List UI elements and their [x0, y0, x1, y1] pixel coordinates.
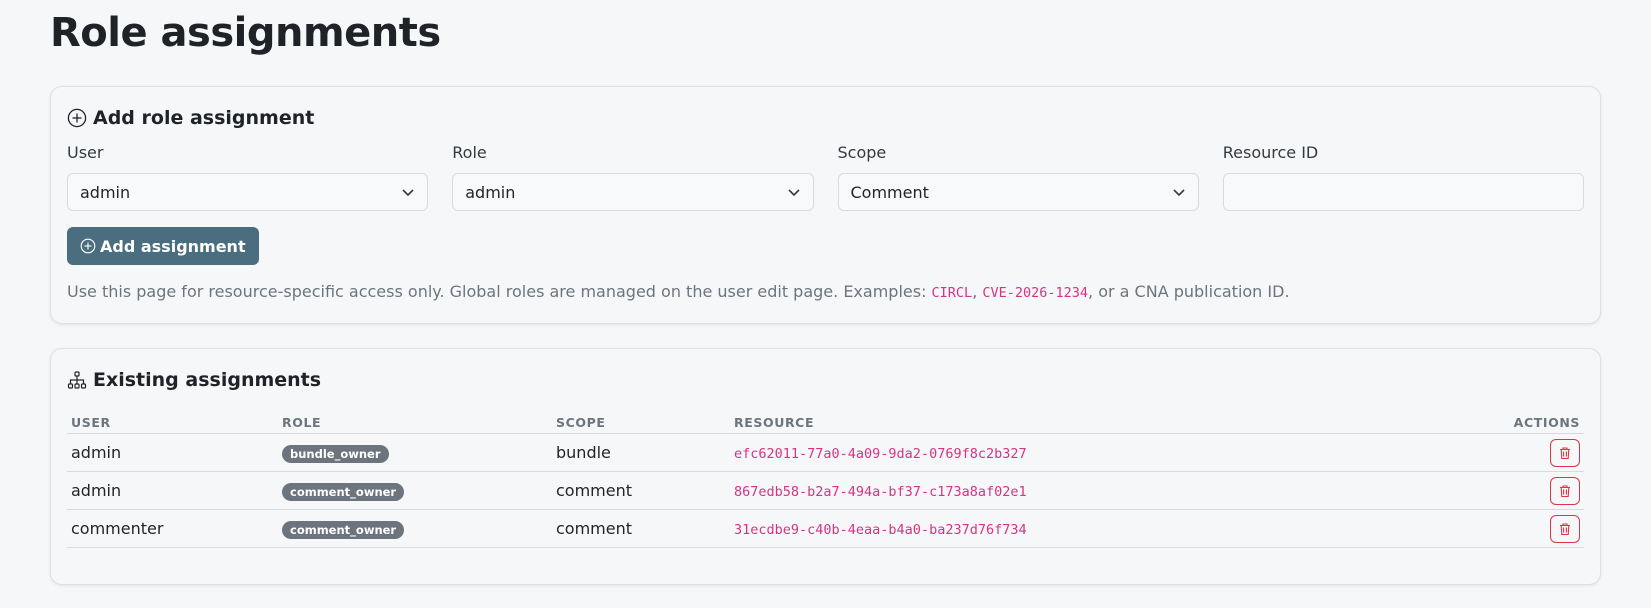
- existing-assignments-card: Existing assignments USER ROLE SCOPE RES…: [50, 348, 1601, 585]
- help-text-prefix: Use this page for resource-specific acce…: [67, 282, 932, 301]
- delete-button[interactable]: [1550, 438, 1580, 467]
- assignment-form: User admin Role admin Scope Comment Reso…: [67, 143, 1584, 211]
- resource-id: efc62011-77a0-4a09-9da2-0769f8c2b327: [734, 446, 1027, 462]
- row-actions: [1414, 433, 1584, 472]
- scope-select[interactable]: Comment: [837, 173, 1199, 211]
- trash-icon: [1560, 522, 1570, 535]
- table-header-row: USER ROLE SCOPE RESOURCE ACTIONS: [67, 411, 1584, 434]
- column-header-resource: RESOURCE: [730, 411, 1415, 434]
- row-resource: efc62011-77a0-4a09-9da2-0769f8c2b327: [730, 433, 1415, 472]
- row-resource: 867edb58-b2a7-494a-bf37-c173a8af02e1: [730, 471, 1415, 510]
- role-select[interactable]: admin: [452, 173, 814, 211]
- help-text-suffix: , or a CNA publication ID.: [1088, 282, 1290, 301]
- row-user: admin: [67, 471, 278, 510]
- row-role: comment_owner: [278, 509, 552, 548]
- resource-id-label: Resource ID: [1222, 143, 1319, 162]
- help-text: Use this page for resource-specific acce…: [67, 281, 1584, 304]
- row-user: commenter: [67, 509, 278, 548]
- page-title: Role assignments: [50, 10, 441, 56]
- assignments-table: USER ROLE SCOPE RESOURCE ACTIONS admin b…: [67, 411, 1584, 548]
- row-user: admin: [67, 433, 278, 472]
- trash-icon: [1560, 446, 1570, 459]
- chevron-down-icon: [1173, 189, 1185, 197]
- page: Role assignments Add role assignment Use…: [0, 0, 1651, 585]
- user-field: User admin: [67, 143, 429, 211]
- plus-circle-icon: [80, 238, 96, 254]
- column-header-scope: SCOPE: [552, 411, 730, 434]
- row-actions: [1414, 471, 1584, 510]
- table-row: admin bundle_owner bundle efc62011-77a0-…: [67, 433, 1584, 472]
- add-assignment-card-title: Add role assignment: [67, 103, 1584, 133]
- trash-icon: [1560, 484, 1570, 497]
- row-scope: comment: [552, 471, 730, 510]
- role-select-value: admin: [465, 182, 516, 202]
- scope-field: Scope Comment: [837, 143, 1199, 211]
- example-cve: CVE-2026-1234: [982, 285, 1089, 301]
- role-label: Role: [452, 143, 487, 162]
- row-resource: 31ecdbe9-c40b-4eaa-b4a0-ba237d76f734: [730, 509, 1415, 548]
- column-header-user: USER: [67, 411, 278, 434]
- role-badge: comment_owner: [282, 520, 405, 539]
- help-text-separator: ,: [972, 282, 983, 301]
- delete-button[interactable]: [1550, 514, 1580, 543]
- role-badge: bundle_owner: [282, 444, 389, 463]
- plus-circle-icon: [67, 108, 87, 128]
- resource-id: 31ecdbe9-c40b-4eaa-b4a0-ba237d76f734: [734, 522, 1027, 538]
- column-header-actions: ACTIONS: [1414, 411, 1584, 434]
- row-scope: bundle: [552, 433, 730, 472]
- existing-assignments-heading: Existing assignments: [93, 369, 322, 391]
- resource-id-field: Resource ID: [1222, 143, 1584, 211]
- add-assignment-card: Add role assignment User admin Role admi…: [50, 86, 1601, 324]
- role-field: Role admin: [452, 143, 814, 211]
- table-row: admin comment_owner comment 867edb58-b2a…: [67, 471, 1584, 510]
- row-scope: comment: [552, 509, 730, 548]
- user-label: User: [67, 143, 104, 162]
- chevron-down-icon: [402, 189, 414, 197]
- resource-id-input[interactable]: [1222, 173, 1584, 211]
- row-role: comment_owner: [278, 471, 552, 510]
- row-actions: [1414, 509, 1584, 548]
- resource-id: 867edb58-b2a7-494a-bf37-c173a8af02e1: [734, 484, 1027, 500]
- add-assignment-button-label: Add assignment: [100, 236, 246, 256]
- table-row: commenter comment_owner comment 31ecdbe9…: [67, 509, 1584, 548]
- scope-select-value: Comment: [850, 182, 929, 202]
- chevron-down-icon: [787, 189, 800, 197]
- add-assignment-button[interactable]: Add assignment: [67, 227, 259, 265]
- existing-assignments-card-title: Existing assignments: [67, 365, 1584, 395]
- delete-button[interactable]: [1550, 476, 1580, 505]
- user-select-value: admin: [80, 182, 131, 202]
- column-header-role: ROLE: [278, 411, 552, 434]
- add-assignment-heading: Add role assignment: [93, 107, 315, 129]
- hierarchy-icon: [67, 371, 87, 389]
- user-select[interactable]: admin: [67, 173, 429, 211]
- row-role: bundle_owner: [278, 433, 552, 472]
- example-circl: CIRCL: [931, 285, 973, 301]
- scope-label: Scope: [837, 143, 887, 162]
- role-badge: comment_owner: [282, 482, 405, 501]
